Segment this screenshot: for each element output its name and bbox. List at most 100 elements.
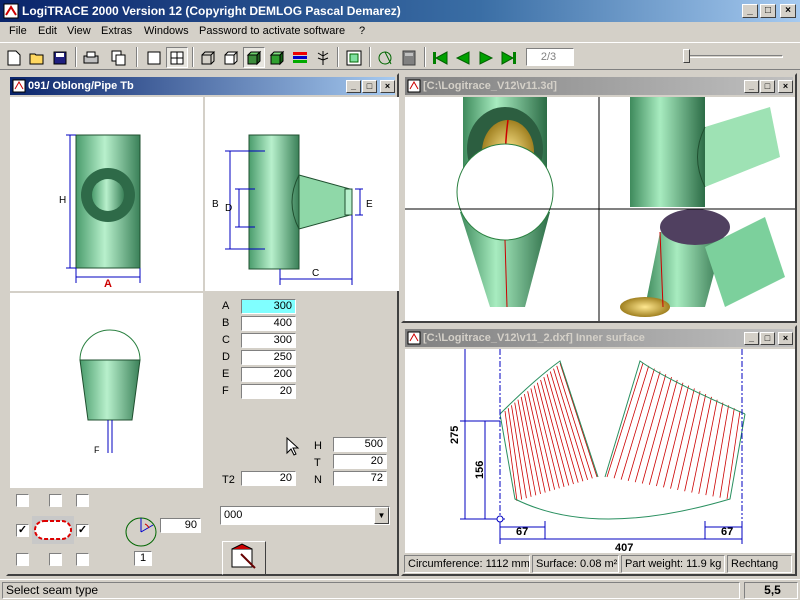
side-view-drawing: B D E C: [212, 134, 373, 285]
seam-line: [559, 362, 598, 478]
seam-checkbox-8[interactable]: [76, 553, 89, 566]
seam-line: [627, 371, 661, 481]
dim-c-input[interactable]: 300: [241, 333, 296, 348]
seam-line: [553, 368, 588, 480]
seam-tool-button[interactable]: [222, 541, 266, 575]
view3d-maximize-button[interactable]: □: [760, 80, 775, 93]
zoom-slider[interactable]: [683, 49, 783, 65]
app-icon: [3, 3, 19, 19]
slider-thumb[interactable]: [683, 49, 690, 63]
maximize-button[interactable]: □: [760, 4, 776, 18]
params-window-title-bar: 091/ Oblong/Pipe Tb _ □ ×: [10, 77, 395, 95]
last-page-icon[interactable]: [498, 47, 520, 68]
dim-label-c: C: [312, 268, 319, 279]
seam-line: [543, 377, 574, 485]
dim-67-left-label: 67: [516, 526, 528, 538]
minimize-button[interactable]: _: [742, 4, 758, 18]
dim-t-input[interactable]: 20: [333, 454, 387, 469]
menu-view[interactable]: View: [67, 25, 91, 37]
seam-checkbox-3[interactable]: [76, 494, 89, 507]
dim-a-label: A: [222, 300, 230, 312]
dim-n-input[interactable]: 72: [333, 471, 387, 486]
dim-label-e: E: [366, 199, 373, 210]
seam-line: [511, 405, 527, 499]
single-view-icon[interactable]: [143, 47, 165, 68]
menu-help[interactable]: ?: [359, 25, 365, 37]
first-page-icon[interactable]: [429, 47, 451, 68]
colors-icon[interactable]: [289, 47, 311, 68]
wireframe-cube-icon[interactable]: [197, 47, 219, 68]
dxf-pane[interactable]: 275 156 67 67 407: [405, 349, 795, 554]
toolbar-separator: [136, 47, 138, 67]
side-view-pane[interactable]: B D E C: [205, 97, 399, 291]
params-maximize-button[interactable]: □: [362, 80, 377, 93]
tree-icon[interactable]: [312, 47, 334, 68]
dim-d-input[interactable]: 250: [241, 350, 296, 365]
seam-lines: [504, 362, 741, 502]
params-minimize-button[interactable]: _: [346, 80, 361, 93]
copy-icon[interactable]: [108, 47, 130, 68]
four-views-icon[interactable]: [166, 47, 188, 68]
angle-icon[interactable]: [123, 515, 159, 549]
dim-t-label: T: [314, 457, 321, 469]
seam-checkbox-4[interactable]: ✓: [16, 524, 29, 537]
solid-cube-icon[interactable]: [266, 47, 288, 68]
menu-bar: File Edit View Extras Windows Password t…: [0, 22, 800, 41]
app-title: LogiTRACE 2000 Version 12 (Copyright DEM…: [22, 4, 401, 18]
shaded-cube-icon[interactable]: [243, 47, 265, 68]
page-indicator[interactable]: 2/3: [526, 48, 574, 66]
toolbar-separator: [192, 47, 194, 67]
dim-h-input[interactable]: 500: [333, 437, 387, 452]
view3d-pane[interactable]: [405, 97, 795, 321]
dxf-maximize-button[interactable]: □: [760, 332, 775, 345]
seam-line: [648, 379, 678, 485]
params-close-button[interactable]: ×: [380, 80, 395, 93]
view3d-minimize-button[interactable]: _: [744, 80, 759, 93]
seam-count-input[interactable]: 1: [134, 551, 152, 566]
curve-icon[interactable]: [374, 47, 396, 68]
print-icon[interactable]: [80, 47, 102, 68]
calculator-icon[interactable]: [398, 47, 420, 68]
dim-t2-input[interactable]: 20: [241, 471, 296, 486]
seam-checkbox-7[interactable]: [49, 553, 62, 566]
seam-checkbox-6[interactable]: [16, 553, 29, 566]
view3d-close-button[interactable]: ×: [778, 80, 793, 93]
seam-line: [520, 396, 541, 495]
dim-a-input[interactable]: 300: [241, 299, 296, 314]
close-button[interactable]: ×: [780, 4, 796, 18]
next-page-icon[interactable]: [475, 47, 497, 68]
flat-pattern-icon[interactable]: [343, 47, 365, 68]
chevron-down-icon[interactable]: ▼: [374, 507, 389, 524]
dim-c-label: C: [222, 334, 230, 346]
seam-checkbox-2[interactable]: [49, 494, 62, 507]
front-view-pane[interactable]: H A: [10, 97, 203, 291]
dim-n-label: N: [314, 474, 322, 486]
oblong-seam-icon[interactable]: [32, 516, 74, 544]
menu-extras[interactable]: Extras: [101, 25, 132, 37]
new-file-icon[interactable]: [3, 47, 25, 68]
save-icon[interactable]: [49, 47, 71, 68]
menu-password[interactable]: Password to activate software: [199, 25, 345, 37]
dim-b-input[interactable]: 400: [241, 316, 296, 331]
slider-track: [683, 55, 783, 58]
window-icon: [407, 79, 421, 93]
angle-input[interactable]: 90: [160, 518, 201, 533]
material-dropdown[interactable]: 000 ▼: [220, 506, 390, 525]
prev-page-icon[interactable]: [452, 47, 474, 68]
hidden-cube-icon[interactable]: [220, 47, 242, 68]
seam-checkbox-5[interactable]: ✓: [76, 524, 89, 537]
open-folder-icon[interactable]: [26, 47, 48, 68]
seam-checkbox-1[interactable]: [16, 494, 29, 507]
dxf-close-button[interactable]: ×: [778, 332, 793, 345]
menu-edit[interactable]: Edit: [38, 25, 57, 37]
front-view-drawing: H A: [59, 134, 141, 290]
dim-label-d: D: [225, 203, 232, 214]
dim-f-input[interactable]: 20: [241, 384, 296, 399]
menu-windows[interactable]: Windows: [144, 25, 189, 37]
top-view-pane[interactable]: F: [10, 293, 203, 488]
dim-e-input[interactable]: 200: [241, 367, 296, 382]
seam-line: [620, 368, 655, 480]
menu-file[interactable]: File: [9, 25, 27, 37]
dxf-minimize-button[interactable]: _: [744, 332, 759, 345]
dxf-drawing: 275 156 67 67 407: [449, 349, 746, 554]
